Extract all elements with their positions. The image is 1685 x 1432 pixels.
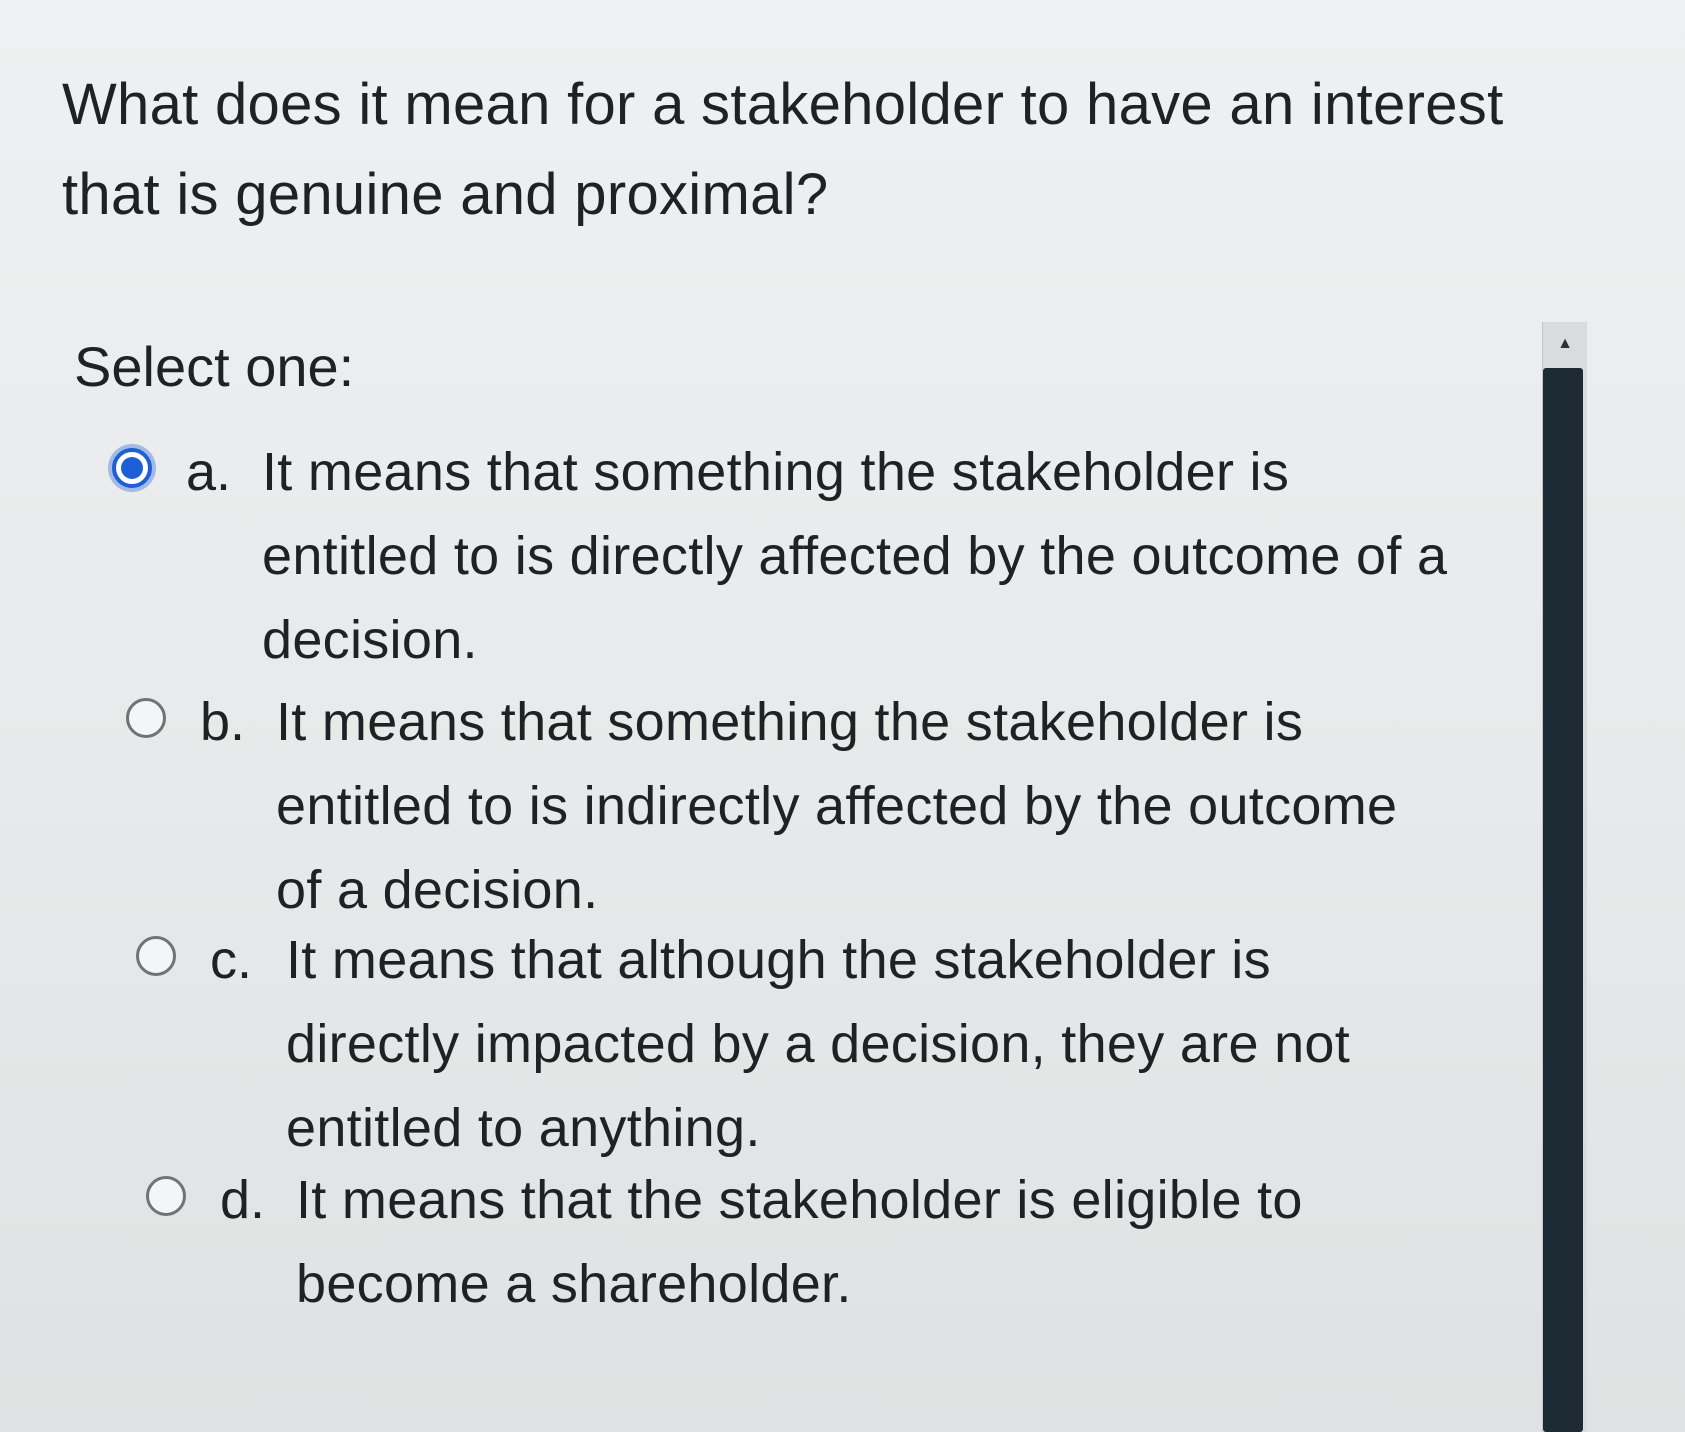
radio-option-c[interactable] xyxy=(136,936,176,976)
scroll-thumb[interactable] xyxy=(1543,368,1583,1432)
radio-option-b[interactable] xyxy=(126,698,166,738)
radio-option-d[interactable] xyxy=(146,1176,186,1216)
option-b-text[interactable]: It means that something the stakeholder … xyxy=(276,680,1446,932)
vertical-scrollbar[interactable]: ▲ xyxy=(1542,322,1587,1432)
option-d-text[interactable]: It means that the stakeholder is eligibl… xyxy=(296,1158,1346,1326)
option-c-letter: c. xyxy=(210,930,253,990)
option-b-letter: b. xyxy=(200,692,246,752)
radio-option-a[interactable] xyxy=(112,448,152,488)
quiz-page: What does it mean for a stakeholder to h… xyxy=(0,0,1685,1432)
option-c[interactable]: c. It means that although the stakeholde… xyxy=(136,918,1406,1170)
option-d-letter: d. xyxy=(220,1170,266,1230)
option-a-text[interactable]: It means that something the stakeholder … xyxy=(262,430,1462,682)
option-a[interactable]: a. It means that something the stakehold… xyxy=(112,430,1462,682)
option-d[interactable]: d. It means that the stakeholder is elig… xyxy=(146,1158,1346,1326)
question-text: What does it mean for a stakeholder to h… xyxy=(62,72,1504,227)
select-prompt: Select one: xyxy=(74,335,355,398)
scroll-up-button[interactable]: ▲ xyxy=(1543,322,1587,366)
option-a-letter: a. xyxy=(186,442,232,502)
option-c-text[interactable]: It means that although the stakeholder i… xyxy=(286,918,1406,1170)
option-b[interactable]: b. It means that something the stakehold… xyxy=(126,680,1446,932)
triangle-up-icon: ▲ xyxy=(1557,335,1573,352)
